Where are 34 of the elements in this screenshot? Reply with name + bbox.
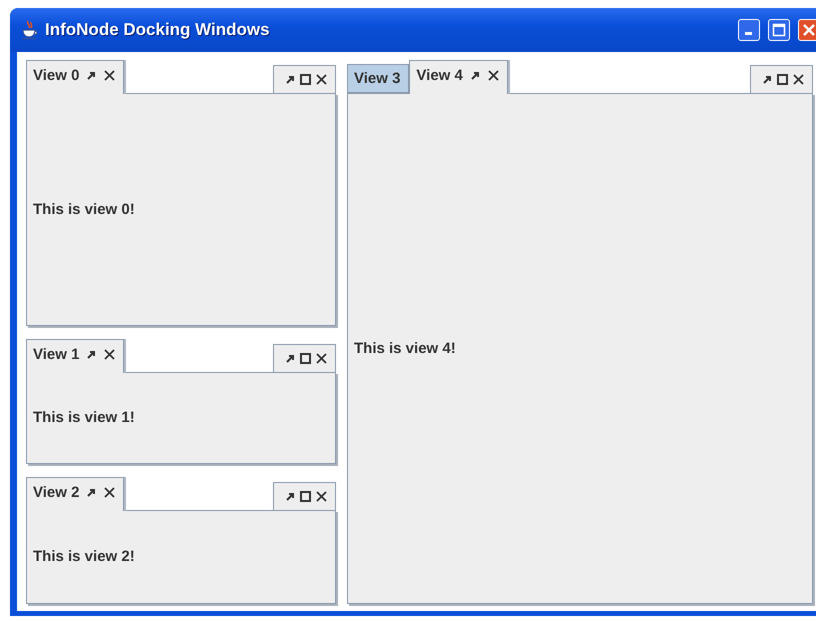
undock-icon[interactable] (286, 75, 295, 84)
window-title: InfoNode Docking Windows (45, 20, 271, 40)
view-tab[interactable]: View 2 (26, 476, 124, 511)
close-icon[interactable] (104, 348, 116, 360)
undock-icon[interactable] (87, 350, 96, 359)
undock-icon[interactable] (470, 71, 480, 80)
view-text: This is view 0! (33, 200, 135, 218)
view-tab[interactable]: View 4 (409, 60, 508, 94)
close-icon[interactable] (316, 490, 327, 502)
maximize-icon[interactable] (300, 490, 311, 502)
undock-icon[interactable] (286, 354, 295, 363)
maximize-icon[interactable] (777, 74, 788, 85)
maximize-icon[interactable] (300, 352, 311, 364)
close-button[interactable] (798, 19, 816, 41)
close-icon[interactable] (793, 74, 804, 85)
view-text: This is view 2! (33, 548, 135, 566)
close-icon[interactable] (488, 70, 499, 81)
view-text: This is view 1! (33, 409, 135, 426)
view-tab[interactable]: View 0 (26, 60, 124, 94)
undock-icon[interactable] (87, 71, 96, 80)
undock-icon[interactable] (763, 75, 772, 84)
coffee-cup-icon (21, 20, 39, 40)
close-icon[interactable] (104, 486, 116, 498)
close-icon[interactable] (104, 70, 116, 81)
view-tab[interactable]: View 3 (347, 64, 410, 93)
undock-icon[interactable] (286, 492, 295, 501)
maximize-button[interactable] (768, 19, 790, 41)
view-text: This is view 4! (354, 340, 456, 357)
undock-icon[interactable] (87, 488, 96, 497)
view-tab[interactable]: View 1 (26, 338, 124, 373)
close-icon[interactable] (316, 74, 327, 85)
minimize-button[interactable] (738, 19, 760, 41)
close-icon[interactable] (316, 352, 327, 364)
maximize-icon[interactable] (300, 74, 311, 85)
